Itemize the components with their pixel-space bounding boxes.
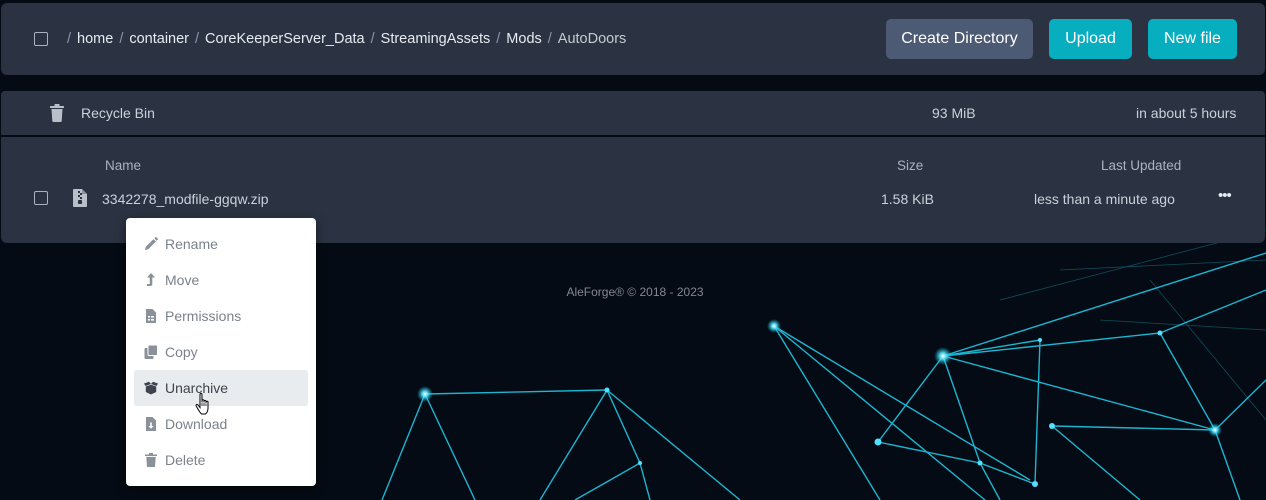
select-all-checkbox[interactable] bbox=[34, 32, 48, 46]
copy-icon bbox=[144, 345, 158, 359]
breadcrumb-autodoors: AutoDoors bbox=[557, 31, 627, 47]
breadcrumb-mods[interactable]: Mods bbox=[506, 31, 541, 47]
move-arrow-icon bbox=[147, 273, 155, 286]
column-header-last-updated[interactable]: Last Updated bbox=[1101, 158, 1181, 173]
menu-item-label: Delete bbox=[165, 452, 206, 468]
breadcrumb-root-separator: / bbox=[67, 31, 72, 47]
create-directory-button[interactable]: Create Directory bbox=[886, 19, 1033, 59]
breadcrumb-home[interactable]: home bbox=[77, 31, 113, 47]
menu-item-move[interactable]: Move bbox=[134, 262, 308, 298]
row-actions-ellipsis-icon[interactable]: ••• bbox=[1218, 187, 1232, 204]
file-last-updated: less than a minute ago bbox=[1034, 191, 1175, 207]
file-name[interactable]: 3342278_modfile-ggqw.zip bbox=[102, 191, 269, 207]
menu-item-label: Permissions bbox=[165, 308, 242, 324]
recycle-bin-row[interactable]: Recycle Bin 93 MiB in about 5 hours bbox=[1, 91, 1265, 135]
menu-item-label: Download bbox=[165, 416, 228, 432]
menu-item-rename[interactable]: Rename bbox=[134, 226, 308, 262]
breadcrumb-corekeeperserver-data[interactable]: CoreKeeperServer_Data bbox=[205, 31, 365, 47]
box-open-icon bbox=[144, 381, 158, 395]
hand-pointer-cursor-icon bbox=[195, 393, 209, 415]
recycle-bin-size: 93 MiB bbox=[932, 105, 976, 121]
menu-item-permissions[interactable]: Permissions bbox=[134, 298, 308, 334]
trash-icon bbox=[50, 104, 64, 122]
menu-item-delete[interactable]: Delete bbox=[134, 442, 308, 478]
trash-icon bbox=[145, 453, 157, 467]
top-toolbar: / home / container / CoreKeeperServer_Data / St… bbox=[1, 3, 1265, 75]
menu-item-label: Copy bbox=[165, 344, 198, 360]
new-file-button[interactable]: New file bbox=[1148, 19, 1237, 59]
permissions-file-icon bbox=[146, 309, 156, 323]
upload-button[interactable]: Upload bbox=[1049, 19, 1132, 59]
menu-item-copy[interactable]: Copy bbox=[134, 334, 308, 370]
breadcrumb-streamingassets[interactable]: StreamingAssets bbox=[381, 31, 491, 47]
menu-item-label: Rename bbox=[165, 236, 218, 252]
download-file-icon bbox=[146, 417, 156, 431]
recycle-bin-label: Recycle Bin bbox=[81, 105, 155, 121]
row-select-checkbox[interactable] bbox=[34, 191, 48, 205]
file-size: 1.58 KiB bbox=[881, 191, 934, 207]
file-context-menu: Rename Move Permissions Copy Unarchive D… bbox=[126, 218, 316, 486]
breadcrumb-container[interactable]: container bbox=[129, 31, 189, 47]
menu-item-unarchive[interactable]: Unarchive bbox=[134, 370, 308, 406]
column-header-name[interactable]: Name bbox=[105, 158, 141, 173]
table-row[interactable]: 3342278_modfile-ggqw.zip 1.58 KiB less t… bbox=[1, 181, 1265, 215]
pencil-icon bbox=[145, 237, 158, 250]
recycle-bin-expiry: in about 5 hours bbox=[1136, 105, 1237, 121]
menu-item-label: Move bbox=[165, 272, 200, 288]
breadcrumb: / home / container / CoreKeeperServer_Data / St… bbox=[67, 31, 627, 47]
column-header-size[interactable]: Size bbox=[897, 158, 923, 173]
menu-item-download[interactable]: Download bbox=[134, 406, 308, 442]
zip-file-icon bbox=[73, 189, 87, 207]
